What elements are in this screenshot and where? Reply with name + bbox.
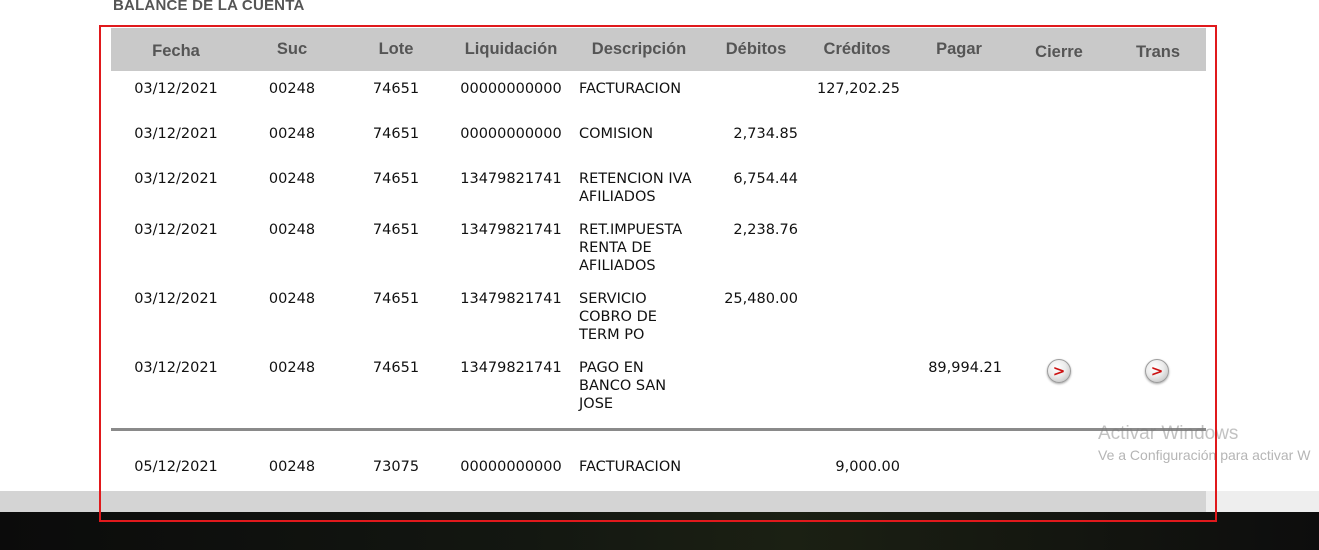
cell-lote: 74651	[372, 291, 420, 307]
section-title: BALANCE DE LA CUENTA	[113, 0, 305, 14]
cell-descripcion: COMISION	[579, 126, 654, 142]
cell-fecha: 05/12/2021	[134, 459, 218, 475]
cell-fecha: 03/12/2021	[134, 291, 218, 307]
taskbar	[0, 512, 1319, 550]
arrow-right-icon: >	[1150, 362, 1164, 380]
header-fecha: Fecha	[152, 42, 200, 60]
cell-suc: 00248	[268, 360, 316, 376]
arrow-right-icon: >	[1052, 362, 1066, 380]
cell-lote: 74651	[372, 222, 420, 238]
header-cierre: Cierre	[1035, 43, 1083, 61]
cell-lote: 74651	[372, 360, 420, 376]
header-lote: Lote	[378, 40, 414, 58]
cell-debitos: 2,238.76	[733, 222, 798, 238]
cell-descripcion: RET.IMPUESTA RENTA DE AFILIADOS	[579, 222, 683, 274]
header-descripcion: Descripción	[591, 40, 687, 58]
cell-descripcion: FACTURACION	[579, 81, 682, 97]
table-footer-band	[0, 491, 1319, 512]
cell-descripcion: SERVICIO COBRO DE TERM PO	[579, 291, 657, 343]
cell-liquidacion: 00000000000	[460, 126, 562, 142]
cell-liquidacion: 13479821741	[460, 360, 562, 376]
cell-lote: 73075	[372, 459, 420, 475]
cell-debitos: 25,480.00	[724, 291, 798, 307]
page-footer-strip	[1206, 491, 1319, 512]
cell-fecha: 03/12/2021	[134, 126, 218, 142]
header-liquidacion: Liquidación	[464, 40, 558, 58]
cell-suc: 00248	[268, 459, 316, 475]
cell-liquidacion: 13479821741	[460, 291, 562, 307]
cell-debitos: 2,734.85	[733, 126, 798, 142]
cell-descripcion: FACTURACION	[579, 459, 682, 475]
header-pagar: Pagar	[936, 40, 982, 58]
cell-debitos: 6,754.44	[733, 171, 798, 187]
cell-descripcion: PAGO EN BANCO SAN JOSE	[579, 360, 667, 412]
cell-creditos: 127,202.25	[816, 81, 900, 97]
cell-suc: 00248	[268, 222, 316, 238]
cell-lote: 74651	[372, 126, 420, 142]
cell-lote: 74651	[372, 81, 420, 97]
cell-liquidacion: 00000000000	[460, 81, 562, 97]
trans-arrow-button[interactable]: >	[1145, 359, 1169, 383]
header-suc: Suc	[276, 40, 308, 58]
cell-pagar: 89,994.21	[928, 360, 1002, 376]
cell-fecha: 03/12/2021	[134, 360, 218, 376]
cell-liquidacion: 00000000000	[460, 459, 562, 475]
activation-watermark-title: Activar Windows	[1098, 423, 1239, 444]
cell-suc: 00248	[268, 171, 316, 187]
cell-liquidacion: 13479821741	[460, 222, 562, 238]
cell-lote: 74651	[372, 171, 420, 187]
cell-suc: 00248	[268, 291, 316, 307]
cell-liquidacion: 13479821741	[460, 171, 562, 187]
cell-creditos: 9,000.00	[835, 459, 900, 475]
activation-watermark-subtitle: Ve a Configuración para activar W	[1098, 447, 1311, 463]
group-separator	[111, 428, 1206, 431]
cell-fecha: 03/12/2021	[134, 222, 218, 238]
header-creditos: Créditos	[823, 40, 891, 58]
header-debitos: Débitos	[725, 40, 787, 58]
cell-fecha: 03/12/2021	[134, 171, 218, 187]
header-trans: Trans	[1135, 43, 1181, 61]
cell-descripcion: RETENCION IVA AFILIADOS	[579, 171, 692, 205]
cell-fecha: 03/12/2021	[134, 81, 218, 97]
cierre-arrow-button[interactable]: >	[1047, 359, 1071, 383]
cell-suc: 00248	[268, 81, 316, 97]
cell-suc: 00248	[268, 126, 316, 142]
